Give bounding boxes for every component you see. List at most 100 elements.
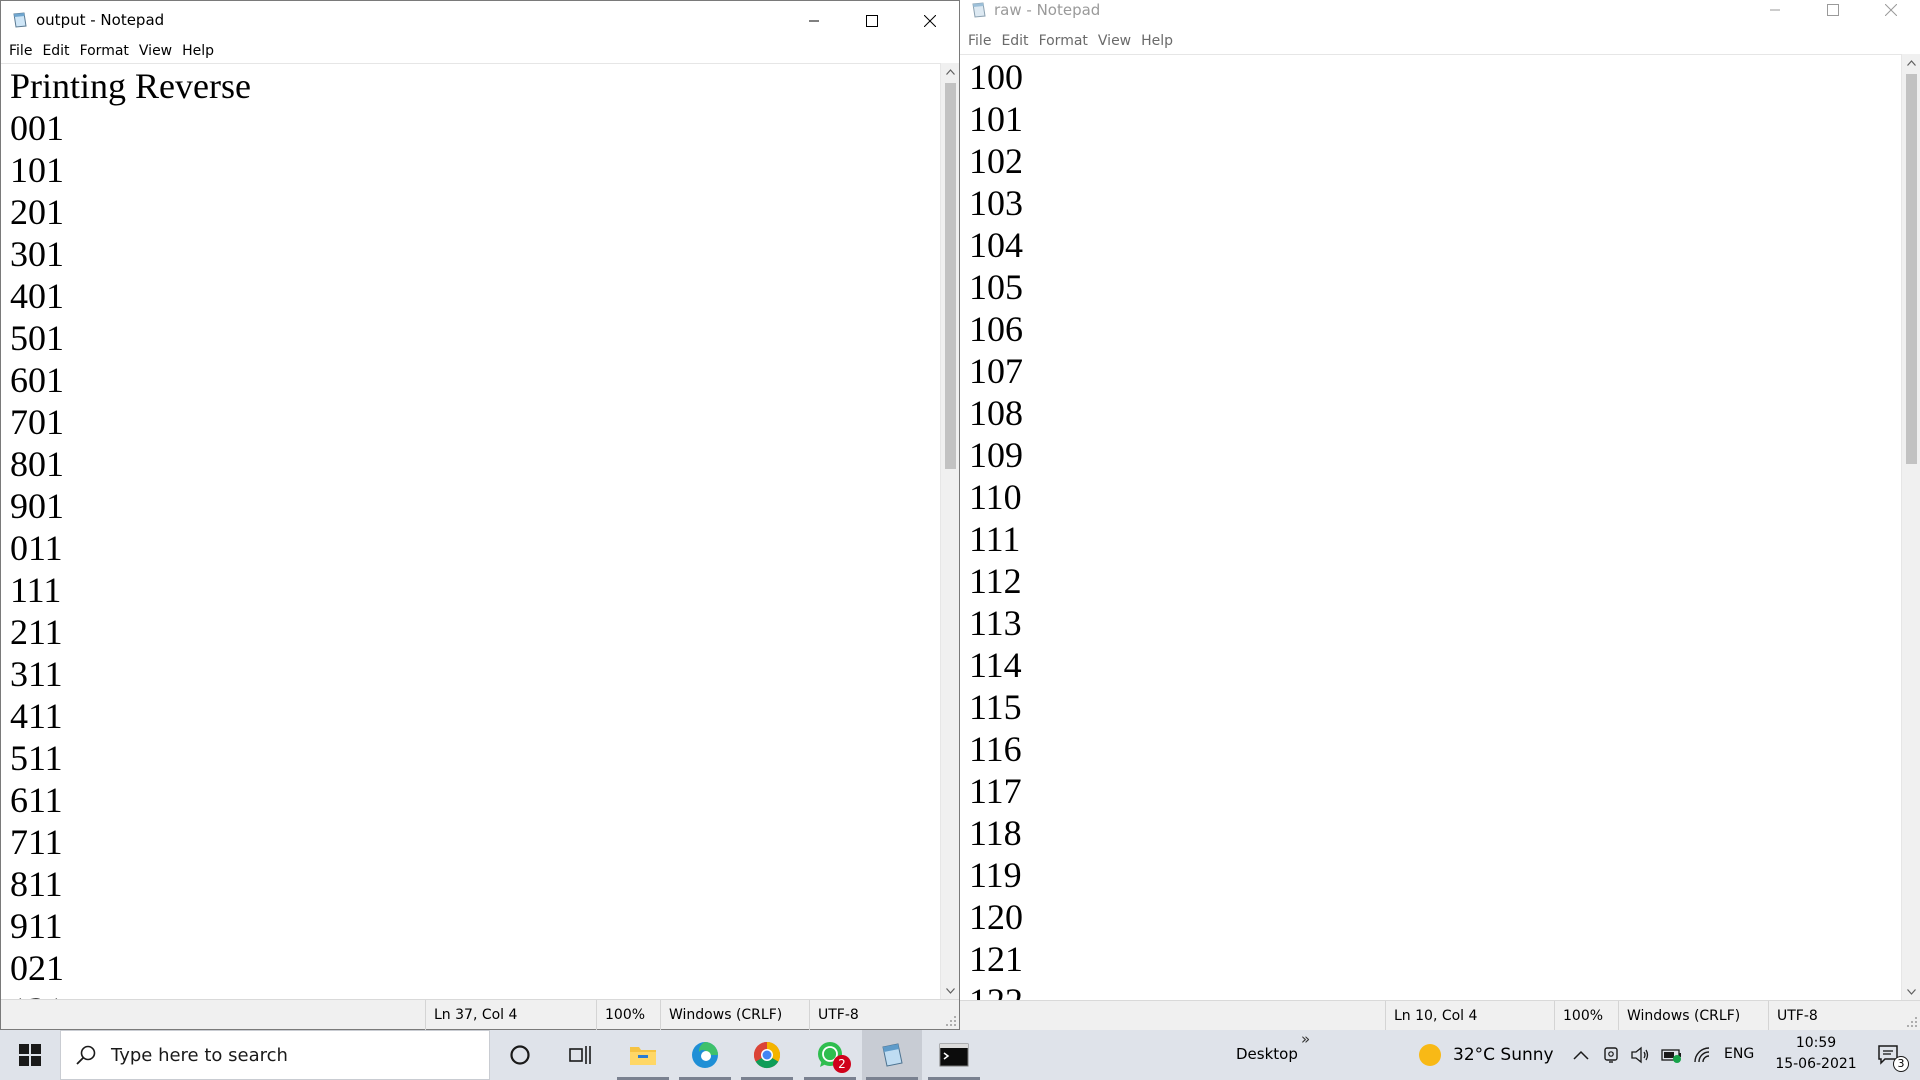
language-indicator[interactable]: ENG [1724,1046,1754,1062]
battery-button[interactable] [1660,1030,1684,1080]
menu-edit[interactable]: Edit [37,40,74,62]
minimize-icon [1770,9,1780,10]
title-bar[interactable]: raw - Notepad [960,0,1920,30]
search-icon [76,1045,96,1065]
minimize-button[interactable] [785,1,843,40]
weather-text: 32°C Sunny [1453,1045,1554,1065]
close-icon [1885,3,1897,16]
text-line: 110 [969,477,1022,517]
resize-grip-icon[interactable] [945,1015,957,1027]
whatsapp-button[interactable]: 2 [800,1030,860,1080]
scroll-down-button[interactable] [941,982,960,999]
window-title: raw - Notepad [994,1,1101,19]
chrome-button[interactable] [737,1030,797,1080]
battery-charging-icon [1661,1049,1681,1063]
text-line: 021 [10,948,64,988]
text-line: 001 [10,108,64,148]
text-line: 115 [969,687,1022,727]
whatsapp-badge: 2 [833,1055,851,1073]
scroll-up-button[interactable] [941,63,960,80]
notification-center-button[interactable]: 3 [1864,1030,1914,1080]
menu-help[interactable]: Help [1136,30,1178,52]
camera-icon [1604,1047,1618,1063]
task-view-button[interactable] [550,1030,610,1080]
desktop-toolbar-label[interactable]: Desktop [1236,1045,1298,1063]
search-box[interactable]: Type here to search [60,1030,490,1080]
text-line: 105 [969,267,1023,307]
text-line: 114 [969,645,1022,685]
notepad-icon [882,1043,903,1067]
text-line: 611 [10,780,63,820]
vertical-scrollbar[interactable] [940,63,959,999]
menu-format[interactable]: Format [75,40,134,62]
menu-view[interactable]: View [1093,30,1136,52]
chevron-up-icon [946,68,955,75]
text-line: 103 [969,183,1023,223]
editor-content: 100 101 102 103 104 105 106 107 108 109 110 111 112 1… [960,55,1901,1000]
notification-count-badge: 3 [1893,1056,1909,1072]
vertical-scrollbar[interactable] [1901,54,1920,1000]
scroll-thumb[interactable] [945,83,956,469]
close-button[interactable] [1862,0,1920,29]
cursor-position: Ln 37, Col 4 [425,1000,517,1030]
scroll-down-button[interactable] [1902,983,1920,1000]
notepad-window-output[interactable]: output - Notepad File Edit Format View H… [0,0,960,1030]
text-line: 101 [969,99,1023,139]
line-ending: Windows (CRLF) [1618,1001,1740,1031]
text-line: 102 [969,141,1023,181]
close-button[interactable] [901,1,959,40]
menu-view[interactable]: View [134,40,177,62]
clock-time[interactable]: 10:59 [1787,1035,1845,1051]
text-line: 121 [10,989,940,999]
menu-edit[interactable]: Edit [996,30,1033,52]
show-hidden-icons-button[interactable] [1570,1030,1592,1080]
text-line: 901 [10,486,64,526]
cursor-position: Ln 10, Col 4 [1385,1001,1477,1031]
encoding: UTF-8 [809,1000,859,1030]
toolbar-overflow-chevron[interactable]: » [1301,1030,1310,1048]
chevron-down-icon [1907,988,1916,995]
text-editor[interactable]: Printing Reverse 001 101 201 301 401 501 601 701… [1,63,940,999]
menu-bar: File Edit Format View Help [1,40,959,62]
minimize-button[interactable] [1746,0,1804,29]
scroll-up-button[interactable] [1902,54,1920,71]
text-line: Printing Reverse [10,66,251,106]
text-editor[interactable]: 100 101 102 103 104 105 106 107 108 109 110 111 112 1… [960,54,1901,1000]
file-explorer-button[interactable] [613,1030,673,1080]
volume-button[interactable] [1628,1030,1652,1080]
text-line: 711 [10,822,63,862]
text-line: 511 [10,738,63,778]
zoom-level: 100% [1554,1001,1603,1031]
text-line: 411 [10,696,63,736]
text-line: 107 [969,351,1023,391]
start-button[interactable] [0,1030,60,1080]
clock-date[interactable]: 15-06-2021 [1767,1056,1865,1072]
resize-grip-icon[interactable] [1906,1016,1918,1028]
text-line: 118 [969,813,1022,853]
maximize-button[interactable] [1804,0,1862,29]
scroll-thumb[interactable] [1906,74,1917,464]
status-bar: Ln 10, Col 4 100% Windows (CRLF) UTF-8 [960,1000,1920,1031]
text-line: 211 [10,612,63,652]
edge-icon [692,1042,718,1068]
network-button[interactable] [1690,1030,1716,1080]
terminal-button[interactable] [924,1030,984,1080]
maximize-button[interactable] [843,1,901,40]
edge-button[interactable] [675,1030,735,1080]
speaker-icon [1631,1046,1649,1064]
notepad-window-raw[interactable]: raw - Notepad File Edit Format View Help… [960,0,1920,1031]
title-bar[interactable]: output - Notepad [1,1,959,40]
meet-now-button[interactable] [1600,1030,1624,1080]
notepad-icon [972,2,986,18]
cortana-button[interactable] [490,1030,550,1080]
text-line: 113 [969,603,1022,643]
menu-help[interactable]: Help [177,40,219,62]
text-line: 106 [969,309,1023,349]
notepad-taskbar-button[interactable] [862,1030,922,1080]
chevron-up-icon [1573,1050,1589,1060]
menu-format[interactable]: Format [1034,30,1093,52]
chrome-icon [753,1041,781,1069]
menu-file[interactable]: File [4,40,37,62]
menu-file[interactable]: File [963,30,996,52]
text-line: 109 [969,435,1023,475]
